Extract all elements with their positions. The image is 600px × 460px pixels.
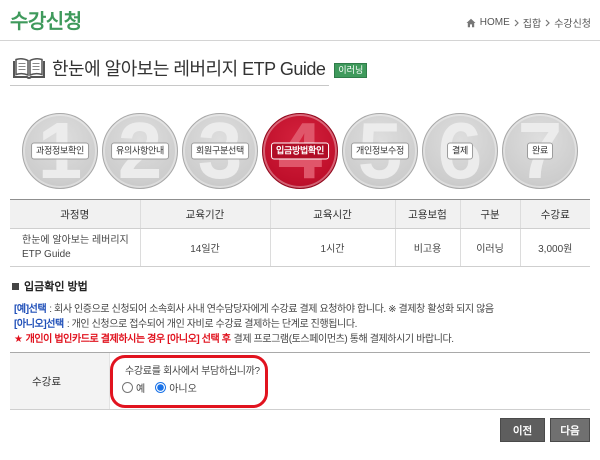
radio-yes-label: 예: [136, 384, 146, 395]
header-fee: 수강료: [519, 199, 590, 229]
step-3: 3 회원구분선택: [182, 113, 258, 189]
step-4: 4 입금방법확인: [262, 113, 338, 189]
yes-option-text: : 회사 인증으로 신청되어 소속회사 사내 연수담당자에게 수강료 결제 요청…: [49, 304, 494, 315]
breadcrumb: HOME 집합 수강신청: [466, 15, 591, 30]
step-6: 6 결제: [422, 113, 498, 189]
radio-option-no[interactable]: 아니오: [155, 380, 197, 395]
no-option-description: [아니오]선택: 개인 신청으로 접수되어 개인 자비로 수강료 결제하는 단계…: [14, 317, 494, 332]
payment-method-title: 입금확인 방법: [24, 281, 88, 293]
notice-emphasis: 개인이 법인카드로 결제하시는 경우 [아니오] 선택 후: [25, 334, 231, 345]
breadcrumb-current: 수강신청: [554, 19, 591, 30]
radio-option-yes[interactable]: 예: [122, 380, 145, 395]
course-title: 한눈에 알아보는 레버리지 ETP Guide: [52, 59, 326, 79]
course-info-table: 과정명 교육기간 교육시간 고용보험 구분 수강료 한눈에 알아보는 레버리지 …: [10, 199, 590, 267]
step-5: 5 개인정보수정: [342, 113, 418, 189]
notice-text: 결제 프로그램(토스페이먼츠) 통해 결제하시기 바랍니다.: [233, 334, 455, 345]
step-label: 결제: [447, 142, 473, 160]
table-row: 한눈에 알아보는 레버리지 ETP Guide 14일간 1시간 비고용 이러닝…: [10, 228, 590, 267]
book-icon: [13, 57, 45, 79]
no-option-label: [아니오]선택: [14, 319, 64, 330]
header-hours: 교육시간: [269, 199, 395, 229]
cell-period: 14일간: [139, 228, 270, 267]
radio-no-label: 아니오: [169, 384, 197, 395]
header-insurance: 고용보험: [394, 199, 460, 229]
breadcrumb-home[interactable]: HOME: [480, 17, 510, 28]
step-1: 1 과정정보확인: [22, 113, 98, 189]
prev-button[interactable]: 이전: [500, 418, 545, 442]
table-header-row: 과정명 교육기간 교육시간 고용보험 구분 수강료: [10, 199, 590, 229]
fee-payer-form: 수강료 수강료를 회사에서 부담하십니까? 예 아니오: [10, 352, 590, 410]
fee-payer-question: 수강료를 회사에서 부담하십니까?: [125, 366, 260, 377]
step-label: 입금방법확인: [271, 142, 329, 160]
cell-hours: 1시간: [269, 228, 395, 267]
course-title-group: 한눈에 알아보는 레버리지 ETP Guide: [10, 55, 330, 86]
star-icon: ★: [14, 334, 23, 345]
next-button[interactable]: 다음: [550, 418, 590, 442]
square-bullet-icon: [12, 282, 19, 290]
step-label: 개인정보수정: [351, 142, 409, 160]
step-label: 회원구분선택: [191, 142, 249, 160]
breadcrumb-group[interactable]: 집합: [523, 15, 541, 30]
enrollment-page: 수강신청 HOME 집합 수강신청 한눈에 알아보는 레버리지 ETP Guid…: [0, 0, 600, 460]
header-course-name: 과정명: [10, 199, 140, 229]
step-2: 2 유의사항안내: [102, 113, 178, 189]
cell-insurance: 비고용: [394, 228, 460, 267]
step-label: 완료: [527, 142, 553, 160]
page-title: 수강신청: [10, 11, 82, 33]
cell-course-name: 한눈에 알아보는 레버리지 ETP Guide: [10, 228, 140, 267]
step-7: 7 완료: [502, 113, 578, 189]
chevron-right-icon: [545, 19, 551, 26]
course-heading: 한눈에 알아보는 레버리지 ETP Guide 이러닝: [10, 55, 368, 86]
payment-method-heading: 입금확인 방법: [12, 278, 88, 294]
radio-yes[interactable]: [122, 382, 133, 393]
step-label: 과정정보확인: [31, 142, 89, 160]
cell-type: 이러닝: [459, 228, 520, 267]
fee-label: 수강료: [10, 353, 110, 409]
header-divider: [0, 40, 600, 41]
home-icon[interactable]: [466, 18, 476, 28]
cell-fee: 3,000원: [519, 228, 590, 267]
payment-method-description: [예]선택: 회사 인증으로 신청되어 소속회사 사내 연수담당자에게 수강료 …: [14, 302, 494, 347]
yes-option-description: [예]선택: 회사 인증으로 신청되어 소속회사 사내 연수담당자에게 수강료 …: [14, 302, 494, 317]
fee-payer-radio-group: 예 아니오: [122, 380, 197, 395]
course-type-badge: 이러닝: [334, 63, 368, 78]
fee-payer-field: 수강료를 회사에서 부담하십니까? 예 아니오: [110, 353, 590, 409]
radio-no[interactable]: [155, 382, 167, 393]
yes-option-label: [예]선택: [14, 304, 47, 315]
header-type: 구분: [459, 199, 520, 229]
header-period: 교육기간: [139, 199, 270, 229]
corporate-card-notice: ★ 개인이 법인카드로 결제하시는 경우 [아니오] 선택 후 결제 프로그램(토스…: [14, 332, 494, 347]
step-label: 유의사항안내: [111, 142, 169, 160]
no-option-text: : 개인 신청으로 접수되어 개인 자비로 수강료 결제하는 단계로 진행됩니다…: [66, 319, 358, 330]
chevron-right-icon: [514, 19, 519, 26]
step-progress: 1 과정정보확인 2 유의사항안내 3 회원구분선택 4 입금방법확인 5 개인…: [22, 113, 578, 189]
